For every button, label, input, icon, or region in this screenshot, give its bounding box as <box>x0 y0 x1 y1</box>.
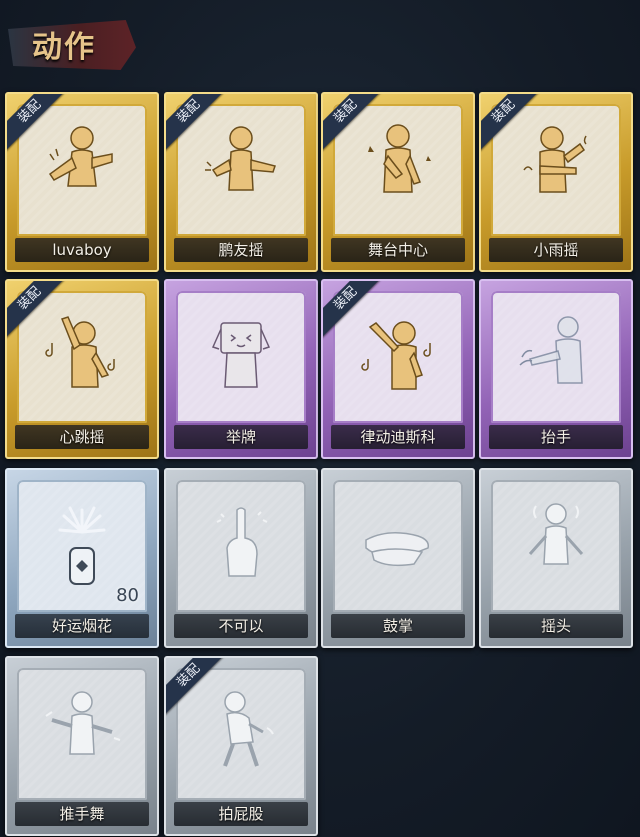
emote-card-clap[interactable]: 鼓掌 <box>321 468 475 648</box>
emote-card-slap[interactable]: 装配 拍屁股 <box>164 656 318 836</box>
emote-label: 律动迪斯科 <box>331 425 465 449</box>
clap-icon <box>365 532 430 567</box>
item-count: 80 <box>116 585 139 606</box>
equipped-badge: 装配 <box>323 94 383 151</box>
emote-label: 舞台中心 <box>331 238 465 262</box>
emote-card-stage-center[interactable]: 装配 舞台中心 <box>321 92 475 272</box>
equipped-badge: 装配 <box>7 94 67 151</box>
finger-no-icon <box>216 507 268 577</box>
hold-sign-icon <box>211 322 271 388</box>
equipped-badge: 装配 <box>166 94 226 151</box>
emote-label: luvaboy <box>15 238 149 262</box>
equipped-badge: 装配 <box>481 94 541 151</box>
raise-hand-icon <box>519 316 583 384</box>
emote-label: 鼓掌 <box>331 614 465 638</box>
emote-card-luvaboy[interactable]: 装配 luvaboy <box>5 92 159 272</box>
emote-card-lucky-firework[interactable]: 80 好运烟花 <box>5 468 159 648</box>
equipped-badge: 装配 <box>166 658 226 715</box>
emote-label: 摇头 <box>489 614 623 638</box>
emote-label: 推手舞 <box>15 802 149 826</box>
emote-card-raise-hand[interactable]: 抬手 <box>479 279 633 459</box>
emote-card-disco[interactable]: 装配 律动迪斯科 <box>321 279 475 459</box>
emote-label: 不可以 <box>174 614 308 638</box>
emote-card-shake-head[interactable]: 摇头 <box>479 468 633 648</box>
emote-label: 鹏友摇 <box>174 238 308 262</box>
emote-label: 举牌 <box>174 425 308 449</box>
shake-head-icon <box>528 503 584 565</box>
emote-card-rain-shake[interactable]: 装配 小雨摇 <box>479 92 633 272</box>
emote-label: 小雨摇 <box>489 238 623 262</box>
equipped-badge: 装配 <box>7 281 67 338</box>
emote-card-no[interactable]: 不可以 <box>164 468 318 648</box>
emote-label: 心跳摇 <box>15 425 149 449</box>
emote-label: 好运烟花 <box>15 614 149 638</box>
equipped-badge: 装配 <box>323 281 383 338</box>
push-dance-icon <box>45 691 121 755</box>
emote-grid: 装配 luvaboy 装配 鹏友摇 装配 舞台中心 装配 小雨摇 装配 心跳摇 … <box>0 0 640 837</box>
emote-card-heartbeat[interactable]: 装配 心跳摇 <box>5 279 159 459</box>
emote-label: 拍屁股 <box>174 802 308 826</box>
emote-card-hold-sign[interactable]: 举牌 <box>164 279 318 459</box>
emote-card-pengyouyao[interactable]: 装配 鹏友摇 <box>164 92 318 272</box>
emote-label: 抬手 <box>489 425 623 449</box>
firework-icon <box>58 506 106 585</box>
emote-card-push-dance[interactable]: 推手舞 <box>5 656 159 836</box>
